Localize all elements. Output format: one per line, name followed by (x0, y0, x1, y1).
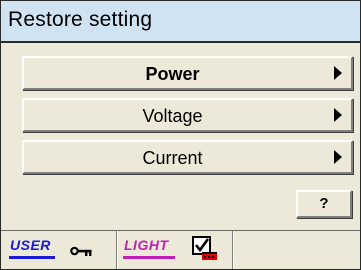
title-bar: Restore setting (1, 1, 360, 43)
content-panel: Power Voltage Current ? USER LIGHT (1, 43, 360, 269)
arrow-right-icon (334, 108, 342, 122)
key-icon (70, 246, 92, 256)
light-label: LIGHT (124, 237, 169, 253)
arrow-right-icon (334, 66, 342, 80)
window-title: Restore setting (8, 8, 153, 31)
voltage-button[interactable]: Voltage (22, 98, 353, 132)
power-button[interactable]: Power (22, 56, 353, 90)
arrow-right-icon (334, 150, 342, 164)
current-label: Current (142, 148, 203, 168)
help-button[interactable]: ? (296, 190, 352, 218)
checkbox-checked-icon[interactable] (192, 236, 218, 262)
user-label: USER (10, 237, 51, 253)
light-underline (123, 256, 175, 259)
user-underline (9, 256, 55, 259)
voltage-label: Voltage (142, 106, 203, 126)
light-segment[interactable]: LIGHT (118, 231, 233, 269)
user-segment[interactable]: USER (1, 231, 117, 269)
current-button[interactable]: Current (22, 140, 353, 174)
power-label: Power (145, 64, 200, 84)
status-bar: USER LIGHT (1, 230, 360, 269)
restore-setting-window: Restore setting Power Voltage Current ? … (0, 0, 361, 270)
